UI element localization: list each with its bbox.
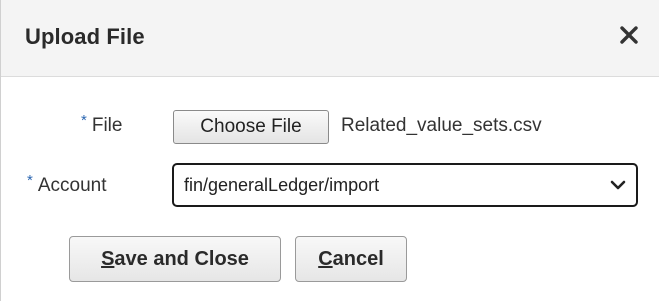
dialog-title: Upload File [25, 24, 145, 49]
required-marker: * [81, 112, 87, 129]
file-label-text: File [91, 115, 123, 136]
dialog-body: * File Choose File Related_value_sets.csv… [1, 77, 659, 301]
required-marker: * [27, 172, 33, 189]
dialog-header: Upload File [1, 0, 659, 77]
account-select[interactable]: fin/generalLedger/import [172, 163, 638, 207]
upload-file-dialog: Upload File * File Choose File Related_va… [0, 0, 659, 301]
account-select-value: fin/generalLedger/import [184, 175, 380, 195]
account-label: * Account [27, 172, 107, 197]
cancel-mnemonic: C [318, 248, 333, 270]
selected-filename: Related_value_sets.csv [341, 115, 542, 136]
choose-file-button[interactable]: Choose File [173, 110, 329, 144]
account-label-text: Account [37, 175, 107, 196]
save-label-rest: ave and Close [114, 248, 249, 270]
chevron-down-icon [610, 178, 626, 192]
cancel-label-rest: ancel [332, 248, 384, 270]
save-mnemonic: S [101, 248, 115, 270]
save-and-close-button[interactable]: Save and Close [69, 236, 281, 282]
file-label: * File [81, 112, 123, 137]
close-icon[interactable] [616, 22, 642, 48]
cancel-button[interactable]: Cancel [295, 236, 407, 282]
